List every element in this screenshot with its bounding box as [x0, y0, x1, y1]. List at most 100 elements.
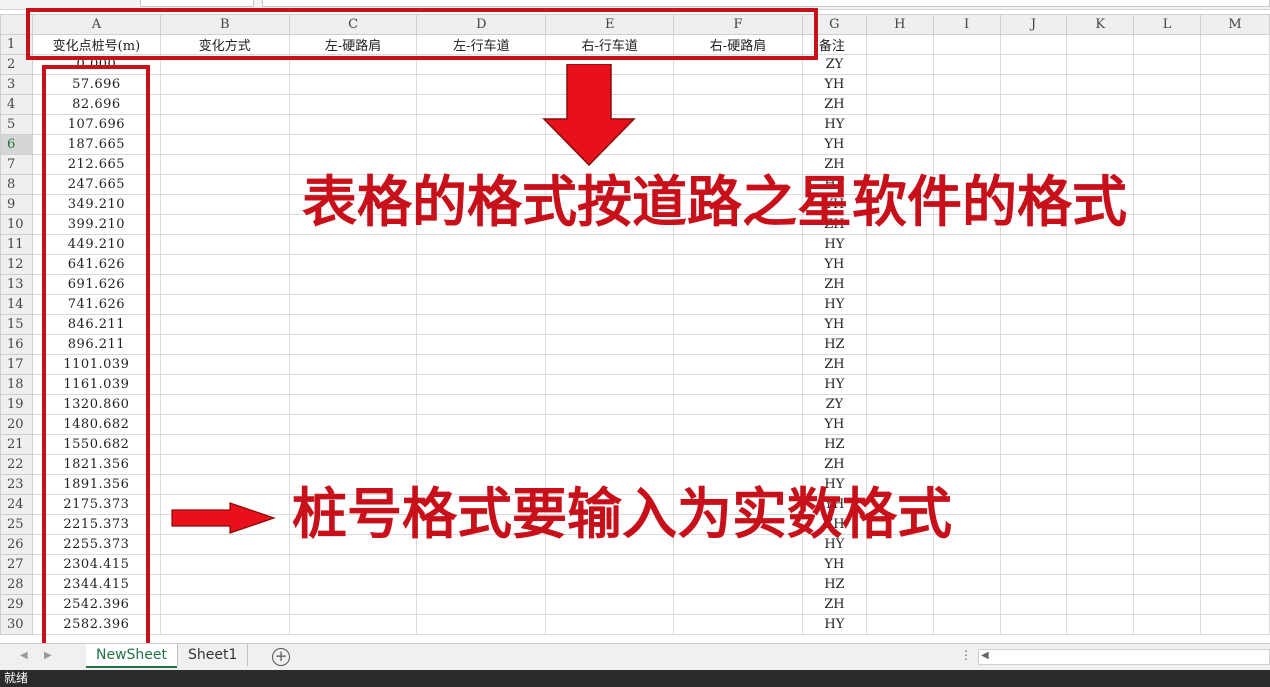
cell[interactable] — [1200, 594, 1270, 615]
row-header[interactable]: 21 — [0, 434, 33, 455]
cell[interactable] — [1133, 354, 1202, 375]
cell[interactable] — [416, 374, 547, 395]
column-header-k[interactable]: K — [1066, 14, 1135, 35]
cell[interactable] — [288, 614, 418, 635]
cell[interactable] — [865, 134, 934, 155]
remark-cell[interactable]: YH — [801, 414, 867, 435]
cell[interactable] — [545, 314, 675, 335]
horizontal-scrollbar[interactable]: ◀ — [978, 649, 1270, 665]
station-cell[interactable]: 399.210 — [31, 214, 161, 235]
cell[interactable] — [999, 594, 1068, 615]
cell[interactable] — [1133, 374, 1202, 395]
cell[interactable] — [1133, 34, 1202, 55]
station-cell[interactable]: 1101.039 — [31, 354, 161, 375]
cell[interactable] — [673, 114, 803, 135]
row-header[interactable]: 8 — [0, 174, 33, 195]
cell[interactable] — [1133, 94, 1202, 115]
station-cell[interactable]: 1891.356 — [31, 474, 161, 495]
cell[interactable] — [288, 134, 418, 155]
cell[interactable] — [673, 134, 803, 155]
row-header[interactable]: 2 — [0, 54, 33, 75]
row-header[interactable]: 1 — [0, 34, 33, 55]
column-header-e[interactable]: E — [545, 14, 675, 35]
cell[interactable] — [545, 394, 675, 415]
cell[interactable] — [545, 614, 675, 635]
cell[interactable] — [865, 434, 934, 455]
remark-cell[interactable]: YH — [801, 554, 867, 575]
cell[interactable] — [159, 94, 290, 115]
cell[interactable] — [999, 454, 1068, 475]
cell[interactable] — [416, 74, 547, 95]
cell[interactable] — [1200, 374, 1270, 395]
cell[interactable] — [865, 554, 934, 575]
remark-cell[interactable]: YH — [801, 314, 867, 335]
cell[interactable] — [159, 434, 290, 455]
cell[interactable] — [865, 454, 934, 475]
cell-d1[interactable]: 左-行车道 — [416, 34, 547, 55]
cell[interactable] — [1200, 394, 1270, 415]
cell[interactable] — [999, 74, 1068, 95]
cell[interactable] — [1200, 154, 1270, 175]
cell[interactable] — [416, 234, 547, 255]
cell[interactable] — [932, 134, 1001, 155]
cell[interactable] — [932, 454, 1001, 475]
cell[interactable] — [1133, 254, 1202, 275]
cell[interactable] — [416, 94, 547, 115]
cell[interactable] — [1200, 74, 1270, 95]
cell[interactable] — [159, 114, 290, 135]
cell[interactable] — [865, 254, 934, 275]
cell[interactable] — [932, 374, 1001, 395]
row-header[interactable]: 23 — [0, 474, 33, 495]
cell[interactable] — [545, 594, 675, 615]
cell[interactable] — [1066, 294, 1135, 315]
cell[interactable] — [159, 474, 290, 495]
cell[interactable] — [159, 374, 290, 395]
cell[interactable] — [865, 414, 934, 435]
cell[interactable] — [1200, 294, 1270, 315]
station-cell[interactable]: 641.626 — [31, 254, 161, 275]
cell[interactable] — [416, 134, 547, 155]
cell[interactable] — [545, 274, 675, 295]
cell[interactable] — [1200, 194, 1270, 215]
cell[interactable] — [1066, 514, 1135, 535]
cell[interactable] — [1200, 314, 1270, 335]
station-cell[interactable]: 2582.396 — [31, 614, 161, 635]
station-cell[interactable]: 1821.356 — [31, 454, 161, 475]
cell[interactable] — [865, 394, 934, 415]
cell[interactable] — [1200, 254, 1270, 275]
cell[interactable] — [932, 554, 1001, 575]
remark-cell[interactable]: HY — [801, 614, 867, 635]
remark-cell[interactable]: HZ — [801, 574, 867, 595]
cell[interactable] — [1066, 54, 1135, 75]
station-cell[interactable]: 691.626 — [31, 274, 161, 295]
cell[interactable] — [932, 314, 1001, 335]
cell[interactable] — [999, 534, 1068, 555]
cell[interactable] — [932, 294, 1001, 315]
cell[interactable] — [288, 314, 418, 335]
station-cell[interactable]: 107.696 — [31, 114, 161, 135]
cell[interactable] — [999, 134, 1068, 155]
cell[interactable] — [1133, 54, 1202, 75]
cell[interactable] — [673, 74, 803, 95]
remark-cell[interactable]: ZH — [801, 454, 867, 475]
cell[interactable] — [865, 314, 934, 335]
cell[interactable] — [159, 274, 290, 295]
tab-sheet1[interactable]: Sheet1 — [177, 644, 249, 666]
cell[interactable] — [1200, 494, 1270, 515]
cell[interactable] — [1133, 454, 1202, 475]
row-header[interactable]: 25 — [0, 514, 33, 535]
cell[interactable] — [1133, 174, 1202, 195]
remark-cell[interactable]: ZY — [801, 394, 867, 415]
cell[interactable] — [159, 314, 290, 335]
cell[interactable] — [1133, 474, 1202, 495]
cell[interactable] — [673, 334, 803, 355]
cell[interactable] — [1066, 314, 1135, 335]
cell[interactable] — [673, 594, 803, 615]
cell[interactable] — [288, 74, 418, 95]
station-cell[interactable]: 0.000 — [31, 54, 161, 75]
column-header-d[interactable]: D — [416, 14, 547, 35]
row-header[interactable]: 15 — [0, 314, 33, 335]
cell[interactable] — [999, 554, 1068, 575]
station-cell[interactable]: 1550.682 — [31, 434, 161, 455]
row-header[interactable]: 3 — [0, 74, 33, 95]
